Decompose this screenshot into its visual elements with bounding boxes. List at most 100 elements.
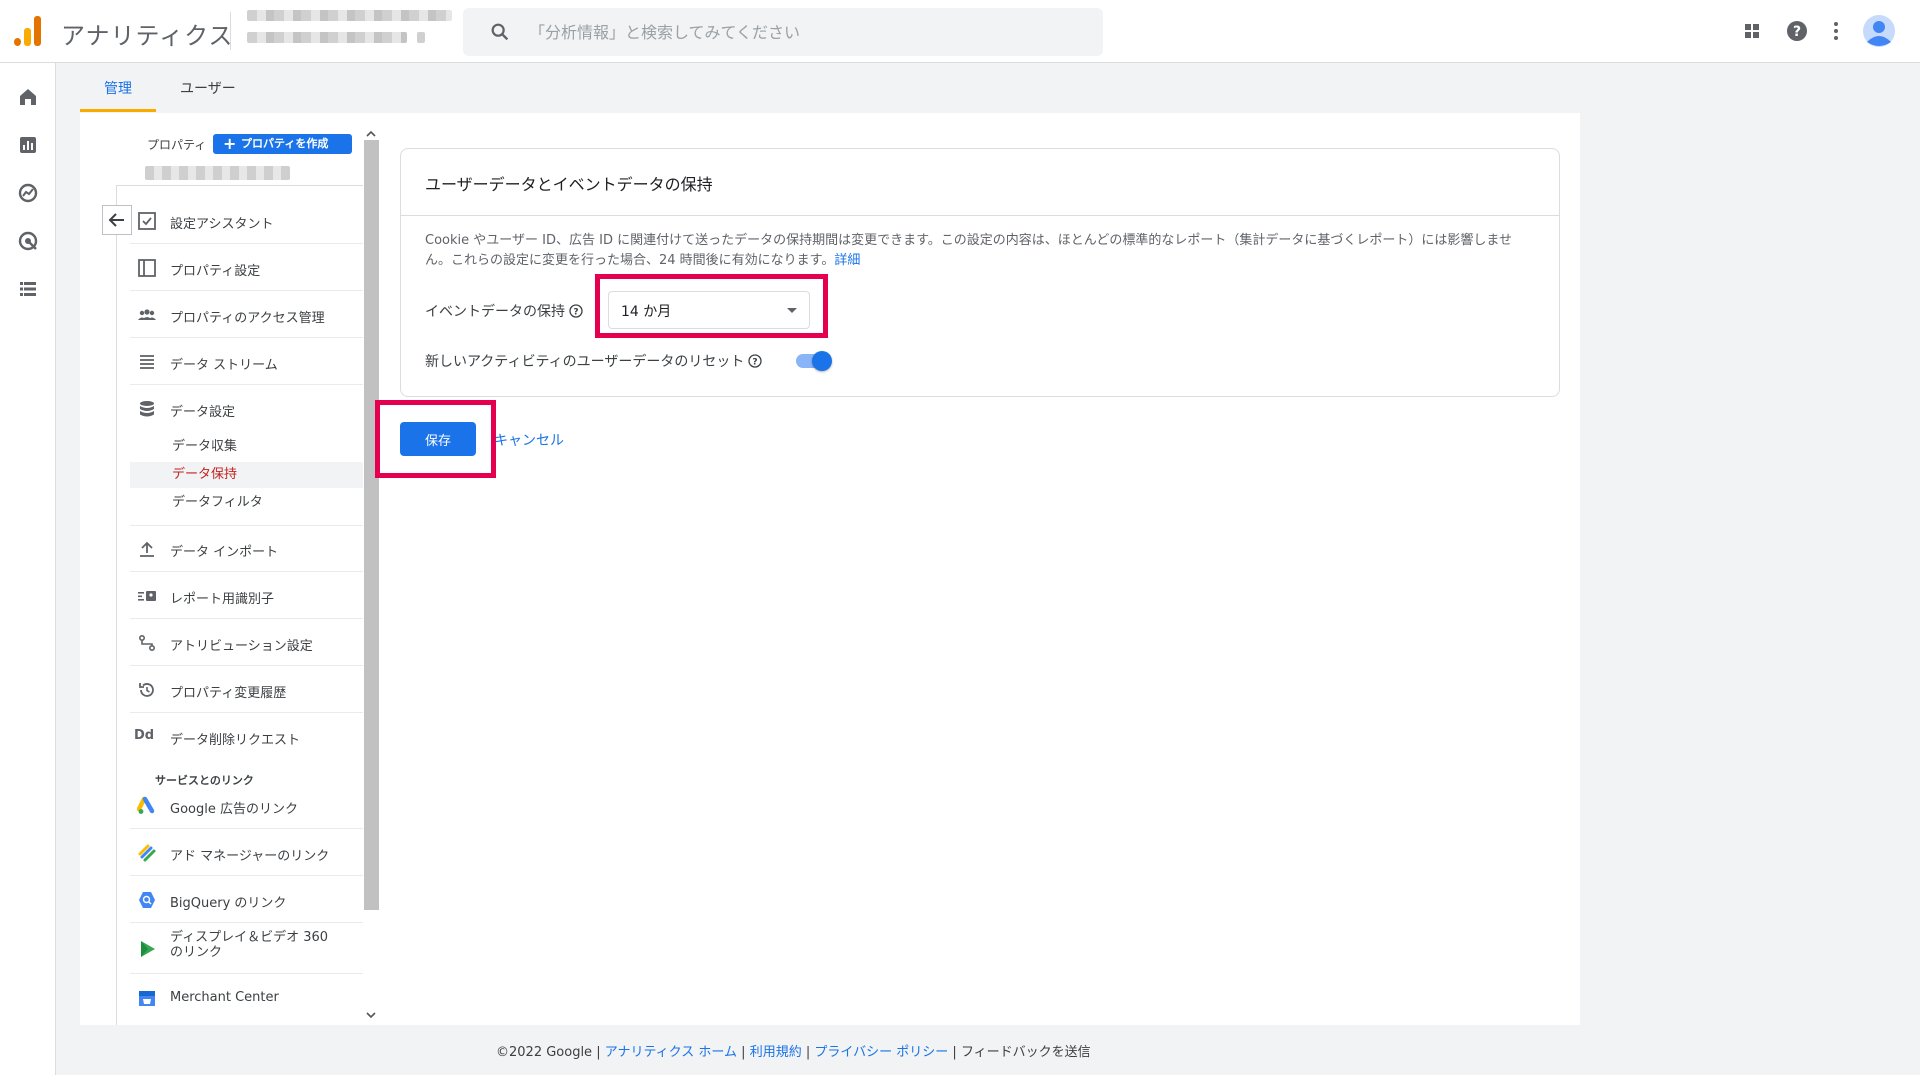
avatar[interactable] bbox=[1862, 14, 1896, 48]
footer-analytics-home-link[interactable]: アナリティクス ホーム bbox=[605, 1045, 737, 1060]
sidebar-item-merchant-center-links[interactable]: Merchant Center bbox=[130, 975, 363, 1021]
data-retention-card: ユーザーデータとイベントデータの保持 Cookie やユーザー ID、広告 ID… bbox=[400, 148, 1560, 397]
bigquery-icon bbox=[139, 892, 155, 908]
sidebar-item-property-settings[interactable]: プロパティ設定 bbox=[130, 245, 363, 291]
tab-user[interactable]: ユーザー bbox=[180, 78, 236, 98]
tab-active-indicator bbox=[80, 109, 156, 112]
divider bbox=[401, 215, 1559, 216]
sidebar-item-dv360-links[interactable]: ディスプレイ＆ビデオ 360 のリンク bbox=[130, 924, 363, 974]
app-title: アナリティクス bbox=[61, 22, 234, 50]
home-icon[interactable] bbox=[16, 85, 40, 109]
tab-admin[interactable]: 管理 bbox=[80, 78, 156, 98]
account-selector[interactable] bbox=[247, 8, 452, 50]
sidebar-subitem-data-retention[interactable]: データ保持 bbox=[130, 462, 363, 488]
footer-separator: | bbox=[741, 1045, 746, 1060]
dd-icon: Dd bbox=[134, 728, 155, 743]
people-icon bbox=[138, 309, 156, 320]
upload-icon bbox=[140, 541, 154, 557]
advertising-icon[interactable] bbox=[16, 229, 40, 253]
search-icon bbox=[491, 23, 509, 41]
apps-grid-icon[interactable] bbox=[1739, 18, 1765, 44]
sidebar-item-label: Google 広告のリンク bbox=[170, 802, 298, 817]
divider bbox=[116, 186, 117, 1025]
details-link[interactable]: 詳細 bbox=[834, 253, 860, 268]
sidebar-item-google-ads-links[interactable]: Google 広告のリンク bbox=[130, 783, 363, 829]
divider bbox=[116, 185, 363, 186]
reset-user-data-row: 新しいアクティビティのユーザーデータのリセット? bbox=[425, 351, 762, 371]
svg-text:?: ? bbox=[573, 308, 578, 318]
footer-feedback-link[interactable]: フィードバックを送信 bbox=[961, 1045, 1091, 1060]
configure-icon[interactable] bbox=[16, 277, 40, 301]
create-property-button[interactable]: + プロパティを作成 bbox=[213, 134, 352, 154]
google-ads-icon bbox=[137, 796, 155, 814]
footer-separator: | bbox=[952, 1045, 957, 1060]
save-button[interactable]: 保存 bbox=[400, 422, 476, 456]
plus-icon: + bbox=[223, 134, 237, 153]
sidebar-item-label: データ設定 bbox=[170, 405, 236, 420]
sidebar-subitem-data-collection[interactable]: データ収集 bbox=[130, 434, 363, 460]
cancel-link[interactable]: キャンセル bbox=[494, 430, 564, 450]
sidebar-item-label: プロパティ変更履歴 bbox=[170, 686, 287, 701]
footer-copyright: ©2022 Google | bbox=[496, 1045, 601, 1060]
footer-privacy-link[interactable]: プライバシー ポリシー bbox=[814, 1045, 948, 1060]
svg-text:?: ? bbox=[1793, 24, 1801, 40]
sidebar-item-property-change-history[interactable]: プロパティ変更履歴 bbox=[130, 667, 363, 713]
ad-manager-icon bbox=[138, 844, 156, 862]
event-retention-label: イベントデータの保持 bbox=[425, 304, 565, 320]
highlight-box-retention-select bbox=[595, 274, 828, 338]
sidebar-item-data-deletion-requests[interactable]: Dd データ削除リクエスト bbox=[130, 714, 363, 760]
sidebar-item-label: Merchant Center bbox=[170, 990, 279, 1005]
card-description: Cookie やユーザー ID、広告 ID に関連付けて送ったデータの保持期間は… bbox=[425, 233, 1513, 268]
more-vert-icon[interactable] bbox=[1823, 18, 1849, 44]
checklist-icon bbox=[138, 212, 156, 230]
reports-icon[interactable] bbox=[16, 133, 40, 157]
sidebar-item-data-import[interactable]: データ インポート bbox=[130, 526, 363, 572]
analytics-logo-icon[interactable] bbox=[14, 16, 42, 46]
help-outline-icon[interactable]: ? bbox=[748, 354, 762, 368]
sidebar-item-label: データ インポート bbox=[170, 545, 279, 560]
title-divider bbox=[230, 12, 231, 50]
property-selector[interactable] bbox=[145, 166, 290, 180]
data-streams-icon bbox=[140, 355, 154, 369]
merchant-center-icon bbox=[139, 991, 155, 1006]
explore-icon[interactable] bbox=[16, 181, 40, 205]
sidebar-item-property-access[interactable]: プロパティのアクセス管理 bbox=[130, 292, 363, 338]
sidebar-item-bigquery-links[interactable]: BigQuery のリンク bbox=[130, 877, 363, 923]
card-title: ユーザーデータとイベントデータの保持 bbox=[425, 175, 713, 194]
sidebar-item-attribution-settings[interactable]: アトリビューション設定 bbox=[130, 620, 363, 666]
footer-separator: | bbox=[805, 1045, 811, 1060]
toggle-knob bbox=[812, 351, 832, 371]
reset-user-data-label: 新しいアクティビティのユーザーデータのリセット bbox=[425, 354, 745, 370]
sidebar-subitem-data-filters[interactable]: データフィルタ bbox=[130, 490, 363, 516]
sidebar-item-label: レポート用識別子 bbox=[170, 592, 275, 607]
sidebar-item-reporting-identity[interactable]: レポート用識別子 bbox=[130, 573, 363, 619]
attribution-icon bbox=[138, 634, 156, 652]
footer-terms-link[interactable]: 利用規約 bbox=[750, 1045, 802, 1060]
help-outline-icon[interactable]: ? bbox=[569, 304, 583, 318]
help-icon[interactable]: ? bbox=[1784, 18, 1810, 44]
scrollbar-thumb[interactable] bbox=[364, 140, 379, 910]
property-label: プロパティ bbox=[147, 138, 207, 152]
scroll-up-icon[interactable] bbox=[365, 128, 377, 140]
sidebar-item-label: データ ストリーム bbox=[170, 358, 278, 373]
search-input[interactable] bbox=[529, 8, 1089, 56]
reset-user-data-toggle[interactable] bbox=[794, 349, 832, 371]
database-icon bbox=[140, 401, 154, 417]
sidebar-item-label: アトリビューション設定 bbox=[170, 639, 313, 654]
sidebar-item-data-settings[interactable]: データ設定 bbox=[130, 386, 363, 432]
sidebar-item-label: ディスプレイ＆ビデオ 360 のリンク bbox=[170, 930, 329, 960]
sidebar-item-label: 設定アシスタント bbox=[170, 217, 274, 232]
property-sidebar: プロパティ + プロパティを作成 設定アシスタント プロパティ設定 プロパティの… bbox=[80, 113, 380, 1025]
back-button[interactable] bbox=[102, 205, 132, 235]
sidebar-item-label: プロパティのアクセス管理 bbox=[170, 311, 325, 326]
sidebar-item-setup-assistant[interactable]: 設定アシスタント bbox=[130, 198, 363, 244]
top-app-bar: アナリティクス ? bbox=[0, 0, 1920, 63]
svg-text:?: ? bbox=[753, 358, 758, 368]
search-bar[interactable] bbox=[463, 8, 1103, 56]
event-retention-row: イベントデータの保持? bbox=[425, 301, 583, 321]
create-property-label: プロパティを作成 bbox=[241, 137, 329, 150]
scroll-down-icon[interactable] bbox=[365, 1009, 377, 1021]
sidebar-item-data-streams[interactable]: データ ストリーム bbox=[130, 339, 363, 385]
sidebar-item-ad-manager-links[interactable]: アド マネージャーのリンク bbox=[130, 830, 363, 876]
sidebar-item-label: アド マネージャーのリンク bbox=[170, 849, 330, 864]
